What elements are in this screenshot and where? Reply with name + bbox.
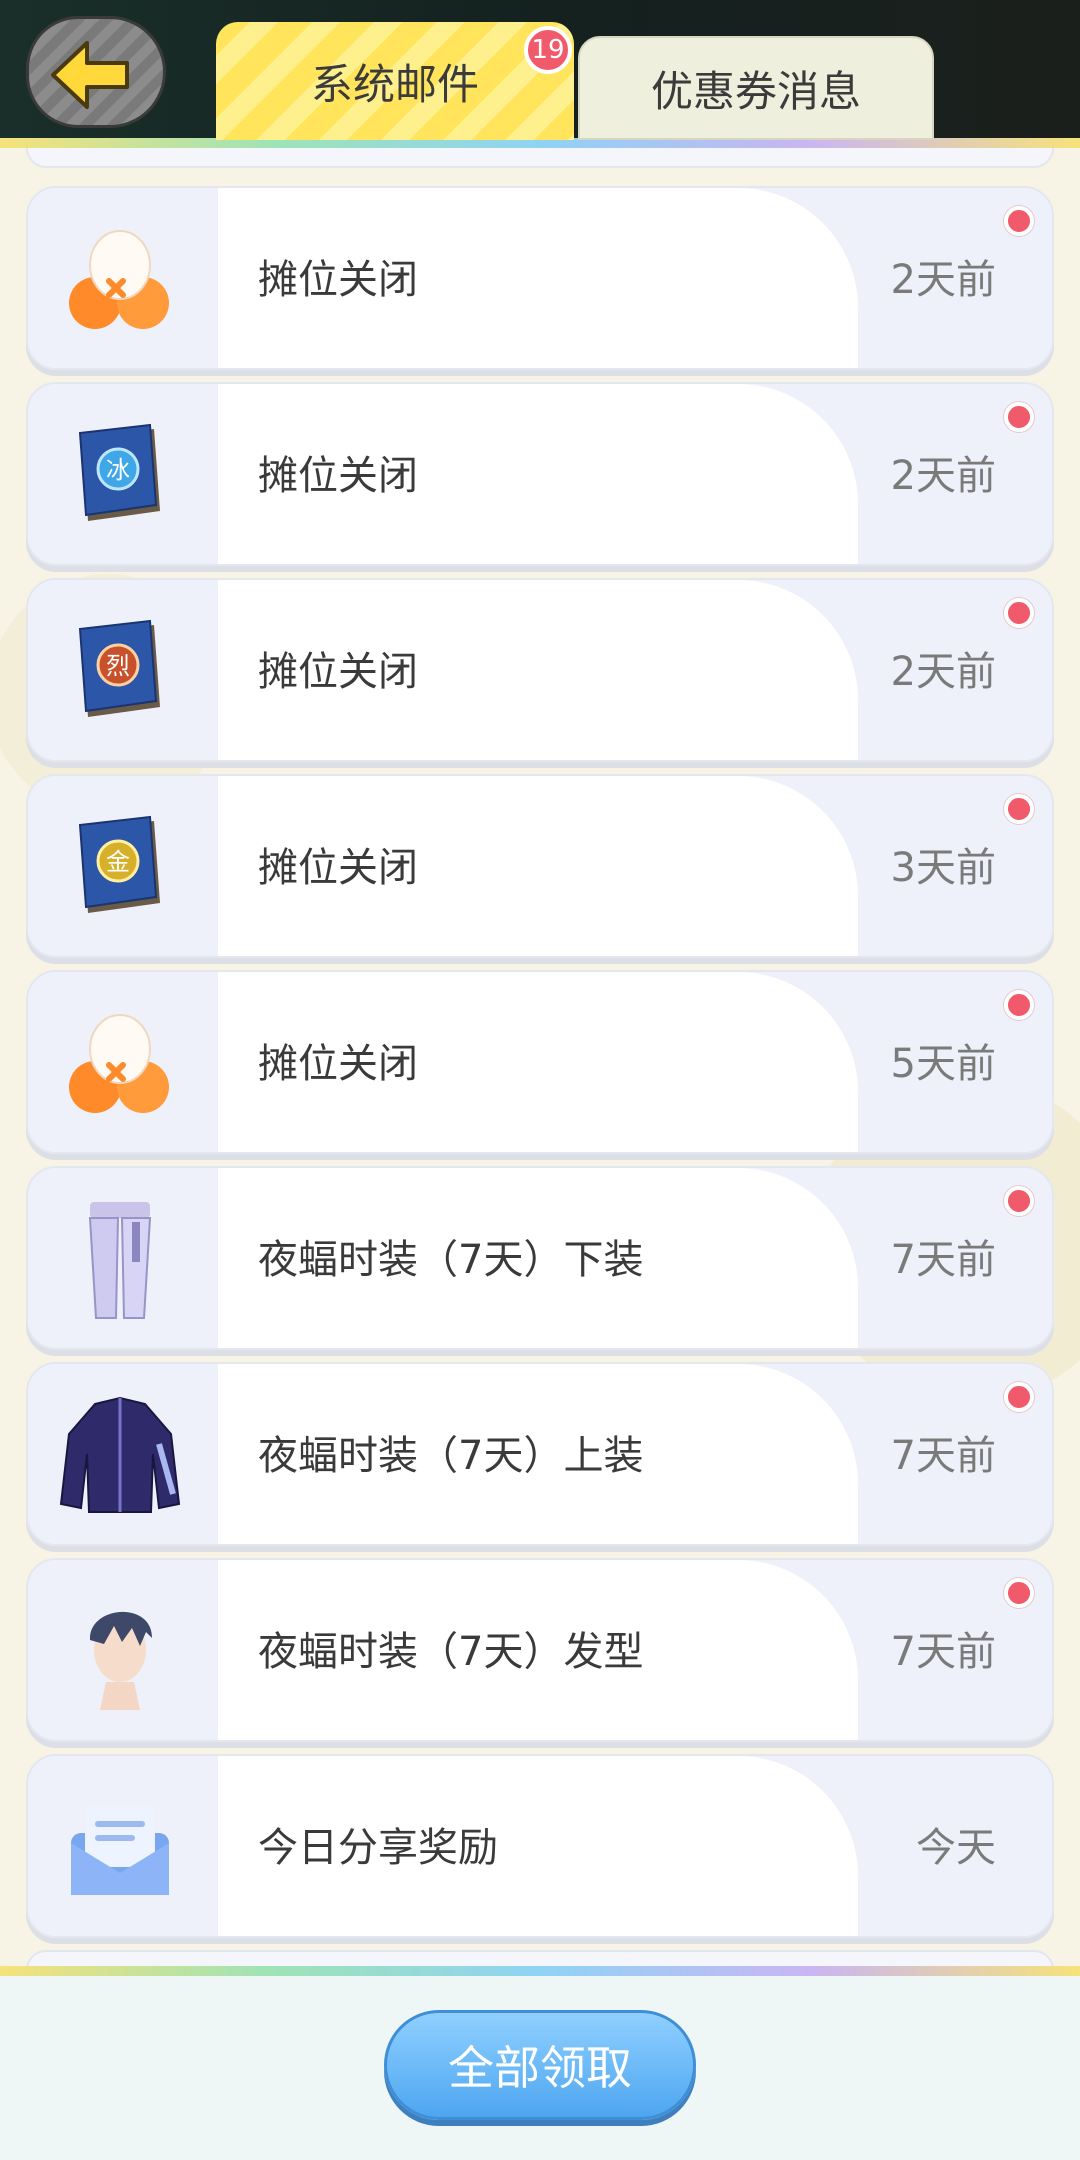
back-button[interactable] <box>26 16 166 128</box>
capsule-icon <box>50 210 190 350</box>
mail-time: 7天前 <box>890 1629 996 1675</box>
mail-time: 2天前 <box>890 649 996 695</box>
back-arrow-icon <box>51 41 129 109</box>
mail-item[interactable]: 摊位关闭 2天前 <box>26 186 1054 370</box>
hairstyle-icon <box>50 1582 190 1722</box>
mail-list[interactable]: 摊位关闭 2天前 冰 摊位关闭 2天前 烈 摊位关闭 2天前 金 摊位关闭 3天… <box>0 148 1080 1970</box>
mail-time: 3天前 <box>890 845 996 891</box>
mail-item[interactable]: 烈 摊位关闭 2天前 <box>26 578 1054 762</box>
mail-time: 2天前 <box>890 257 996 303</box>
ice-book-icon: 冰 <box>50 406 190 546</box>
claim-all-button[interactable]: 全部领取 <box>384 2010 696 2120</box>
envelope-icon <box>50 1778 190 1918</box>
tab-system-mail-label: 系统邮件 <box>310 59 479 109</box>
svg-text:冰: 冰 <box>106 456 130 484</box>
unread-dot <box>1004 1578 1034 1608</box>
mail-title: 摊位关闭 <box>258 257 418 303</box>
svg-text:烈: 烈 <box>106 652 130 680</box>
mail-time: 7天前 <box>890 1433 996 1479</box>
mail-title: 夜蝠时装（7天）上装 <box>258 1433 644 1479</box>
mail-item[interactable]: 夜蝠时装（7天）发型 7天前 <box>26 1558 1054 1742</box>
mail-item[interactable]: 夜蝠时装（7天）下装 7天前 <box>26 1166 1054 1350</box>
mail-time: 7天前 <box>890 1237 996 1283</box>
mail-title: 摊位关闭 <box>258 453 418 499</box>
unread-dot <box>1004 402 1034 432</box>
bottom-divider <box>0 1966 1080 1976</box>
unread-dot <box>1004 206 1034 236</box>
mail-item[interactable]: 金 摊位关闭 3天前 <box>26 774 1054 958</box>
mail-title: 摊位关闭 <box>258 649 418 695</box>
fire-book-icon: 烈 <box>50 602 190 742</box>
list-item-partial-top <box>26 148 1054 168</box>
pants-icon <box>50 1190 190 1330</box>
mail-time: 2天前 <box>890 453 996 499</box>
mail-title: 夜蝠时装（7天）发型 <box>258 1629 644 1675</box>
jacket-icon <box>50 1386 190 1526</box>
tab-system-mail[interactable]: 系统邮件 <box>216 22 574 140</box>
capsule-icon <box>50 994 190 1134</box>
tab-coupon-messages[interactable]: 优惠券消息 <box>578 36 934 140</box>
unread-dot <box>1004 1186 1034 1216</box>
mail-title: 摊位关闭 <box>258 845 418 891</box>
unread-dot <box>1004 1382 1034 1412</box>
mail-title: 今日分享奖励 <box>258 1825 498 1871</box>
mail-time: 5天前 <box>890 1041 996 1087</box>
unread-dot <box>1004 598 1034 628</box>
mail-title: 摊位关闭 <box>258 1041 418 1087</box>
gold-book-icon: 金 <box>50 798 190 938</box>
unread-count-badge: 19 <box>524 26 572 74</box>
unread-dot <box>1004 794 1034 824</box>
mail-item[interactable]: 摊位关闭 5天前 <box>26 970 1054 1154</box>
claim-all-label: 全部领取 <box>448 2041 632 2095</box>
svg-text:金: 金 <box>106 848 130 876</box>
mail-item[interactable]: 夜蝠时装（7天）上装 7天前 <box>26 1362 1054 1546</box>
mail-item[interactable]: 冰 摊位关闭 2天前 <box>26 382 1054 566</box>
unread-dot <box>1004 990 1034 1020</box>
mail-time: 今天 <box>916 1825 996 1871</box>
tab-coupon-messages-label: 优惠券消息 <box>650 66 861 116</box>
mail-title: 夜蝠时装（7天）下装 <box>258 1237 644 1283</box>
mail-item[interactable]: 今日分享奖励 今天 <box>26 1754 1054 1938</box>
